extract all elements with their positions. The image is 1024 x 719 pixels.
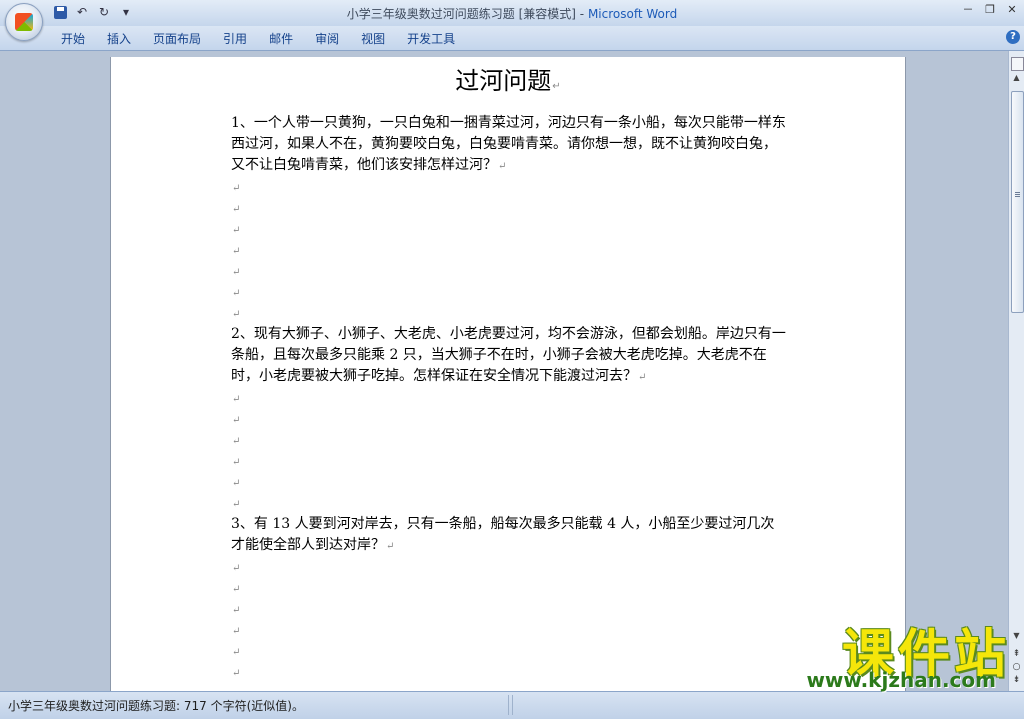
- empty-paragraph: ↵: [231, 557, 787, 578]
- tab-mailings[interactable]: 邮件: [258, 30, 304, 48]
- status-divider: [512, 695, 513, 715]
- question-2: 2、现有大狮子、小狮子、大老虎、小老虎要过河，均不会游泳，但都会划船。岸边只有一…: [231, 324, 787, 388]
- empty-paragraph: ↵: [231, 662, 787, 683]
- paragraph-mark: ↵: [232, 563, 241, 574]
- window-title-separator: -: [575, 7, 588, 21]
- watermark-url: www.kjzhan.com: [806, 668, 996, 692]
- empty-paragraph: ↵: [231, 578, 787, 599]
- paragraph-mark: ↵: [232, 246, 241, 257]
- document-page[interactable]: 过河问题↵ 1、一个人带一只黄狗，一只白兔和一捆青菜过河，河边只有一条小船，每次…: [110, 57, 906, 697]
- empty-paragraph: ↵: [231, 493, 787, 514]
- help-icon[interactable]: ?: [1006, 30, 1020, 44]
- previous-page-icon[interactable]: ⇞: [1011, 649, 1022, 660]
- ruler-toggle-button[interactable]: [1011, 57, 1024, 71]
- question-3-text: 3、有 13 人要到河对岸去，只有一条船，船每次最多只能载 4 人，小船至少要过…: [231, 516, 775, 553]
- window-controls: － ❐ ✕: [960, 2, 1020, 18]
- document-title: 过河问题↵: [111, 61, 905, 96]
- scroll-thumb[interactable]: [1011, 91, 1024, 313]
- empty-paragraph: ↵: [231, 261, 787, 282]
- paragraph-mark: ↵: [232, 584, 241, 595]
- empty-paragraph: ↵: [231, 388, 787, 409]
- empty-paragraph: ↵: [231, 472, 787, 493]
- paragraph-mark: ↵: [232, 647, 241, 658]
- office-button[interactable]: [5, 3, 43, 41]
- status-bar: 小学三年级奥数过河问题练习题: 717 个字符(近似值)。: [0, 691, 1024, 719]
- empty-paragraph: ↵: [231, 240, 787, 261]
- empty-paragraph: ↵: [231, 303, 787, 324]
- paragraph-mark: ↵: [232, 183, 241, 194]
- empty-paragraph: ↵: [231, 219, 787, 240]
- question-2-text: 2、现有大狮子、小狮子、大老虎、小老虎要过河，均不会游泳，但都会划船。岸边只有一…: [231, 326, 786, 384]
- empty-paragraph: ↵: [231, 451, 787, 472]
- tab-developer[interactable]: 开发工具: [396, 30, 466, 48]
- close-button[interactable]: ✕: [1004, 2, 1020, 18]
- window-title: 小学三年级奥数过河问题练习题 [兼容模式] - Microsoft Word: [0, 5, 1024, 22]
- question-3: 3、有 13 人要到河对岸去，只有一条船，船每次最多只能载 4 人，小船至少要过…: [231, 514, 787, 557]
- empty-paragraph: ↵: [231, 409, 787, 430]
- paragraph-mark: ↵: [232, 267, 241, 278]
- grip-icon: [1015, 192, 1020, 193]
- paragraph-mark: ↵: [232, 478, 241, 489]
- restore-button[interactable]: ❐: [982, 2, 998, 18]
- window-title-app: Microsoft Word: [587, 7, 678, 21]
- tab-view[interactable]: 视图: [350, 30, 396, 48]
- tab-page-layout[interactable]: 页面布局: [142, 30, 212, 48]
- paragraph-mark: ↵: [232, 415, 241, 426]
- status-text: 小学三年级奥数过河问题练习题: 717 个字符(近似值)。: [8, 699, 304, 713]
- document-body[interactable]: 1、一个人带一只黄狗，一只白兔和一捆青菜过河，河边只有一条小船，每次只能带一样东…: [231, 113, 787, 683]
- paragraph-mark: ↵: [232, 668, 241, 679]
- question-1: 1、一个人带一只黄狗，一只白兔和一捆青菜过河，河边只有一条小船，每次只能带一样东…: [231, 113, 787, 177]
- paragraph-mark: ↵: [232, 605, 241, 616]
- empty-paragraph: ↵: [231, 430, 787, 451]
- paragraph-mark: ↵: [232, 436, 241, 447]
- select-browse-object-icon[interactable]: ○: [1011, 662, 1022, 673]
- paragraph-mark: ↵: [498, 161, 507, 172]
- paragraph-mark: ↵: [552, 81, 561, 92]
- empty-paragraph: ↵: [231, 177, 787, 198]
- watermark: 课件站 www.kjzhan.com: [775, 612, 1010, 692]
- empty-paragraph: ↵: [231, 641, 787, 662]
- tab-home[interactable]: 开始: [50, 30, 96, 48]
- paragraph-mark: ↵: [638, 372, 647, 383]
- paragraph-mark: ↵: [232, 225, 241, 236]
- scroll-down-arrow-icon[interactable]: ▼: [1011, 631, 1022, 641]
- window-title-document: 小学三年级奥数过河问题练习题 [兼容模式]: [346, 7, 576, 21]
- status-divider: [508, 695, 509, 715]
- ribbon-tabs: 开始 插入 页面布局 引用 邮件 审阅 视图 开发工具: [50, 30, 466, 48]
- paragraph-mark: ↵: [232, 626, 241, 637]
- paragraph-mark: ↵: [232, 309, 241, 320]
- title-bar: ↶ ↻ ▾ 小学三年级奥数过河问题练习题 [兼容模式] - Microsoft …: [0, 0, 1024, 41]
- document-workarea: 过河问题↵ 1、一个人带一只黄狗，一只白兔和一捆青菜过河，河边只有一条小船，每次…: [0, 51, 1008, 697]
- next-page-icon[interactable]: ⇟: [1011, 675, 1022, 686]
- document-title-text: 过河问题: [455, 67, 552, 95]
- paragraph-mark: ↵: [232, 394, 241, 405]
- paragraph-mark: ↵: [386, 541, 395, 552]
- paragraph-mark: ↵: [232, 204, 241, 215]
- vertical-scrollbar[interactable]: ▲ ▼ ⇞ ○ ⇟: [1008, 51, 1024, 691]
- empty-paragraph: ↵: [231, 198, 787, 219]
- ribbon-tabs-bar: 开始 插入 页面布局 引用 邮件 审阅 视图 开发工具 ?: [0, 26, 1024, 51]
- question-1-text: 1、一个人带一只黄狗，一只白兔和一捆青菜过河，河边只有一条小船，每次只能带一样东…: [231, 115, 786, 173]
- office-logo-icon: [15, 13, 33, 31]
- tab-references[interactable]: 引用: [212, 30, 258, 48]
- empty-paragraph: ↵: [231, 620, 787, 641]
- empty-paragraph: ↵: [231, 282, 787, 303]
- minimize-button[interactable]: －: [960, 2, 976, 18]
- tab-insert[interactable]: 插入: [96, 30, 142, 48]
- paragraph-mark: ↵: [232, 457, 241, 468]
- paragraph-mark: ↵: [232, 288, 241, 299]
- empty-paragraph: ↵: [231, 599, 787, 620]
- tab-review[interactable]: 审阅: [304, 30, 350, 48]
- paragraph-mark: ↵: [232, 499, 241, 510]
- scroll-up-arrow-icon[interactable]: ▲: [1011, 73, 1022, 85]
